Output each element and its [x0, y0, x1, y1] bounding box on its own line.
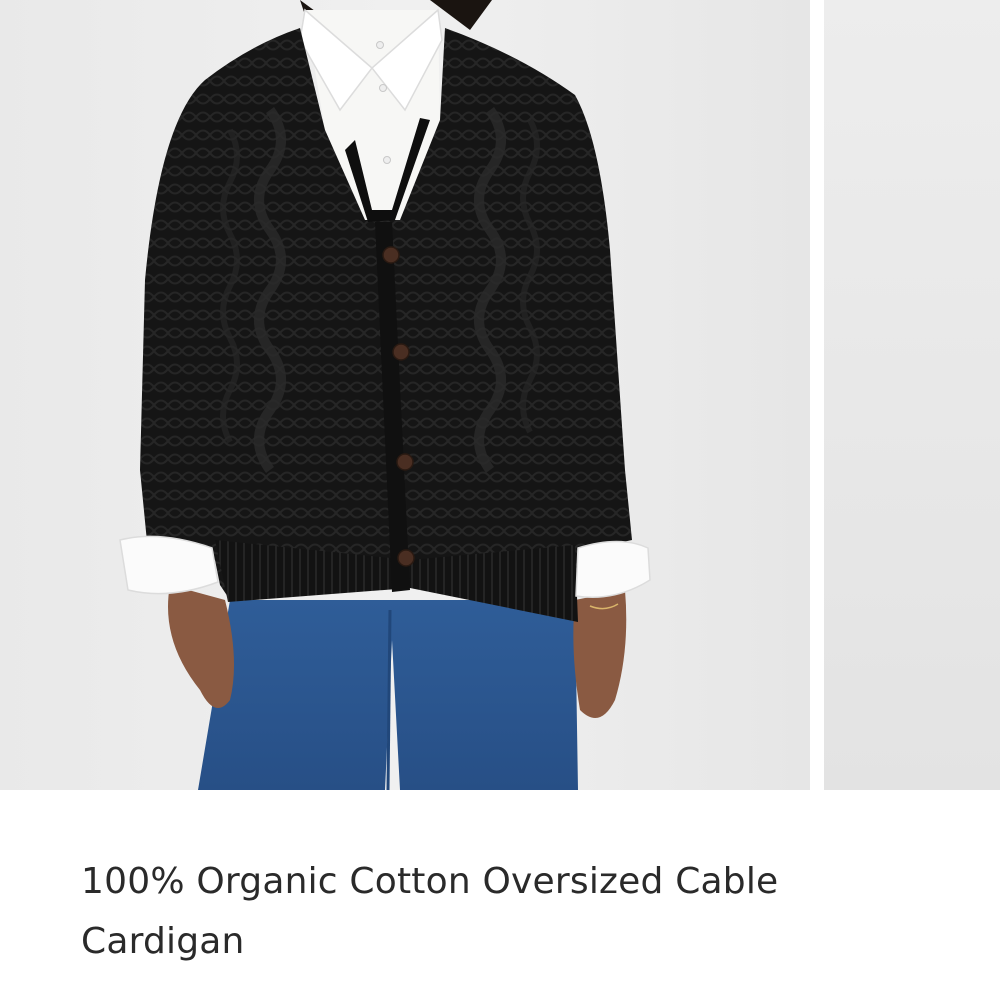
cardigan-model-illustration [0, 0, 810, 790]
next-product-photo[interactable] [824, 0, 1000, 790]
product-image-gallery[interactable] [0, 0, 1000, 790]
product-photo[interactable] [0, 0, 810, 790]
next-photo-backdrop-illustration [824, 0, 1000, 790]
product-page: 100% Organic Cotton Oversized Cable Card… [0, 0, 1000, 1000]
product-title[interactable]: 100% Organic Cotton Oversized Cable Card… [81, 852, 861, 972]
product-title-block: 100% Organic Cotton Oversized Cable Card… [81, 852, 861, 972]
